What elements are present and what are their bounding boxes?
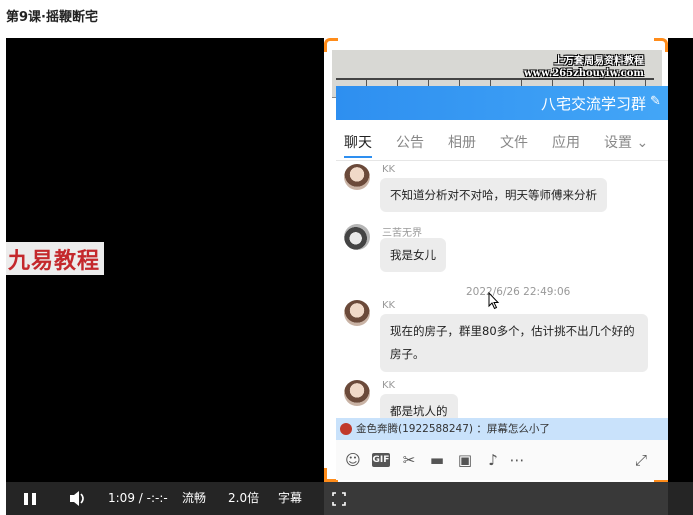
- frame-corner: [324, 38, 338, 52]
- message-bubble: 不知道分析对不对哈，明天等师傅来分析: [380, 178, 607, 212]
- user-badge-icon: [340, 423, 352, 435]
- gif-icon[interactable]: GIF: [372, 453, 390, 467]
- speed-button[interactable]: 2.0倍: [228, 482, 259, 515]
- site-watermark-line1: 上万套周易资料教程: [554, 56, 644, 67]
- chat-tabs: 聊天 公告 相册 文件 应用 设置 ⌄: [336, 132, 668, 160]
- site-watermark-line2: www.265zhouyiw.com: [523, 68, 644, 79]
- pause-icon[interactable]: [24, 482, 38, 515]
- subtitle-button[interactable]: 字幕: [278, 482, 302, 515]
- sender-name: KK: [382, 380, 396, 391]
- video-watermark: 九易教程: [6, 242, 105, 275]
- sender-name: 三苦无界: [382, 228, 422, 239]
- message-bubble: 我是女儿: [380, 238, 446, 272]
- scissors-icon[interactable]: ✂: [400, 451, 418, 469]
- avatar[interactable]: [344, 224, 370, 250]
- more-icon[interactable]: ⋯: [508, 451, 526, 469]
- volume-icon[interactable]: [68, 482, 88, 515]
- tab-files[interactable]: 文件: [500, 132, 528, 158]
- mouse-cursor-icon: [488, 292, 500, 310]
- image-icon[interactable]: ▣: [456, 451, 474, 469]
- avatar[interactable]: [344, 380, 370, 406]
- folder-icon[interactable]: ▬: [428, 451, 446, 469]
- avatar[interactable]: [344, 300, 370, 326]
- frame-corner: [654, 38, 668, 52]
- tab-announcement[interactable]: 公告: [396, 132, 424, 158]
- tab-apps[interactable]: 应用: [552, 132, 580, 158]
- chat-toolbar: ☺ GIF ✂ ▬ ▣ ♪ ⋯ ⤢: [336, 440, 668, 480]
- fullscreen-icon[interactable]: [332, 482, 346, 515]
- sender-name: KK: [382, 164, 396, 175]
- chat-header: 八宅交流学习群 ✎: [336, 86, 668, 120]
- message-bubble: 都是坑人的: [380, 394, 458, 418]
- danmaku-text: 金色奔腾(1922588247) ：屏幕怎么小了: [356, 423, 550, 435]
- time-display: 1:09 / -:-:-: [108, 491, 168, 505]
- tab-chat[interactable]: 聊天: [344, 132, 372, 158]
- danmaku-bar: 金色奔腾(1922588247) ：屏幕怎么小了: [336, 418, 668, 440]
- message-timestamp: 2022/6/26 22:49:06: [466, 286, 571, 298]
- tab-settings[interactable]: 设置 ⌄: [604, 132, 648, 158]
- quality-button[interactable]: 流畅: [182, 482, 206, 515]
- message-bubble: 现在的房子，群里80多个，估计挑不出几个好的房子。: [380, 314, 648, 372]
- qq-group-chat-frame: 上万套周易资料教程 www.265zhouyiw.com 八宅交流学习群 ✎ 聊…: [324, 38, 668, 515]
- message-list[interactable]: KK 不知道分析对不对哈，明天等师傅来分析 三苦无界 我是女儿 2022/6/2…: [336, 162, 668, 418]
- tab-album[interactable]: 相册: [448, 132, 476, 158]
- page-title: 第9课·摇鞭断宅: [6, 10, 98, 25]
- divider: [336, 160, 668, 161]
- emoji-icon[interactable]: ☺: [344, 451, 362, 469]
- expand-icon[interactable]: ⤢: [632, 451, 650, 469]
- player-controls: 1:09 / -:-:- 流畅 2.0倍 字幕: [6, 482, 693, 515]
- sender-name: KK: [382, 300, 396, 311]
- bell-icon[interactable]: ♪: [484, 451, 502, 469]
- video-player[interactable]: 九易教程 上万套周易资料教程 www.265zhouyiw.com 八宅交流学习…: [6, 38, 693, 515]
- group-name: 八宅交流学习群: [540, 95, 646, 113]
- edit-icon[interactable]: ✎: [650, 94, 664, 110]
- avatar[interactable]: [344, 164, 370, 190]
